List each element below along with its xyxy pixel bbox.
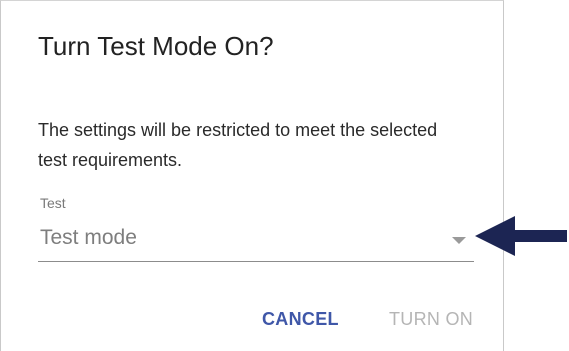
dialog-message: The settings will be restricted to meet … [38,120,438,170]
dialog-actions: CANCEL TURN ON [1,309,505,337]
select-underline [38,261,474,262]
dialog-title: Turn Test Mode On? [38,31,274,61]
turn-on-button[interactable]: TURN ON [389,309,473,330]
test-mode-dialog: Turn Test Mode On? The settings will be … [0,0,504,351]
test-select-label: Test [40,195,66,211]
dropdown-caret-icon[interactable] [452,237,466,244]
arrow-left-icon [475,216,567,256]
test-select-value[interactable]: Test mode [40,226,137,250]
test-select[interactable]: Test Test mode [38,193,474,263]
arrow-left-icon-shape [475,216,567,256]
screenshot-stage: Turn Test Mode On? The settings will be … [0,0,569,351]
cancel-button[interactable]: CANCEL [262,309,339,330]
